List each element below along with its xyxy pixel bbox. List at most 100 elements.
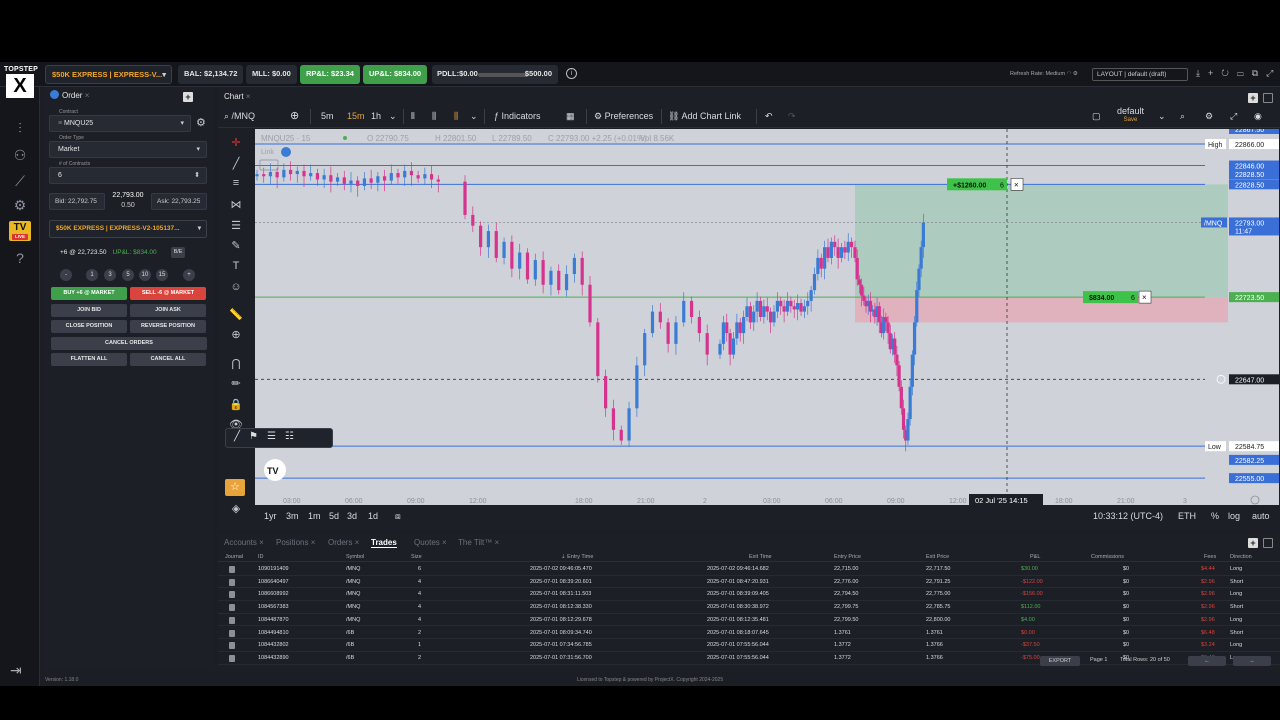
journal-icon[interactable]: [229, 629, 235, 639]
journal-icon[interactable]: [229, 578, 235, 588]
horizontal-lines-icon[interactable]: ≡: [227, 177, 245, 193]
col-size[interactable]: Size: [411, 554, 422, 560]
layout-selector[interactable]: LAYOUT | default (draft): [1092, 68, 1188, 81]
nav-help-icon[interactable]: ?: [9, 250, 31, 268]
close-icon[interactable]: ×: [85, 91, 90, 100]
tv-live-icon[interactable]: TV LIVE: [9, 221, 31, 241]
tab-tilt[interactable]: The Tilt™ ×: [458, 538, 499, 547]
journal-icon[interactable]: [229, 616, 235, 626]
close-icon[interactable]: ×: [246, 92, 251, 101]
clock-readout[interactable]: 10:33:12 (UTC-4): [1093, 511, 1163, 521]
fullscreen-icon[interactable]: ⤢: [1266, 68, 1280, 78]
range-tool-icon[interactable]: ☰: [267, 431, 285, 442]
journal-icon[interactable]: [229, 604, 235, 613]
add-icon[interactable]: +: [1208, 68, 1221, 78]
cancel-all-button[interactable]: CANCEL ALL: [130, 353, 206, 366]
order-type-select[interactable]: Market ▾: [49, 141, 207, 158]
preferences-button[interactable]: ⚙ Preferences: [594, 111, 653, 122]
chevron-down-icon[interactable]: ⌄: [389, 111, 397, 122]
fib-icon[interactable]: ☰: [227, 219, 245, 235]
undo-icon[interactable]: ↶: [765, 111, 773, 122]
chart-tab[interactable]: Chart ×: [224, 92, 250, 101]
tab-trades[interactable]: Trades: [371, 538, 397, 548]
export-button[interactable]: EXPORT: [1040, 656, 1080, 666]
ask-price[interactable]: Ask: 22,793.25: [151, 193, 207, 210]
magnet-icon[interactable]: ⋂: [227, 357, 245, 373]
sell-market-button[interactable]: SELL -6 @ MARKET: [130, 287, 206, 300]
chevron-down-icon[interactable]: ⌄: [470, 111, 478, 122]
compare-icon[interactable]: ⊕: [290, 109, 299, 122]
timeframe-5m[interactable]: 5m: [321, 111, 334, 121]
minimize-icon[interactable]: ▭: [1237, 68, 1252, 78]
brush-icon[interactable]: ✎: [227, 239, 245, 255]
close-position-button[interactable]: CLOSE POSITION: [51, 320, 127, 333]
settings-icon[interactable]: ⚙: [1205, 111, 1213, 122]
camera-icon[interactable]: ◉: [1254, 111, 1262, 122]
col-exit-time[interactable]: Exit Time: [749, 554, 772, 560]
qty-10-button[interactable]: 10: [139, 269, 151, 281]
redo-icon[interactable]: ↷: [788, 111, 796, 122]
candle-style-icon[interactable]: ⫼: [432, 111, 436, 122]
contracts-input[interactable]: 6 ⬍: [49, 167, 207, 184]
col-direction[interactable]: Direction: [1230, 554, 1252, 560]
pencil-lock-icon[interactable]: ✏: [227, 377, 245, 393]
col-commissions[interactable]: Commissions: [1091, 554, 1124, 560]
table-row[interactable]: 1084567383/MNQ 4 2025-07-01 08:12:38.330 20…: [218, 601, 1280, 614]
range-3m[interactable]: 3m: [286, 511, 299, 521]
maximize-icon[interactable]: [1263, 538, 1273, 548]
channel-tool-icon[interactable]: ☷: [285, 431, 303, 442]
save-icon[interactable]: ⤓: [1196, 68, 1208, 78]
add-tab-button[interactable]: +: [1248, 538, 1258, 548]
col-id[interactable]: ID: [258, 554, 264, 560]
trendline-icon[interactable]: ╱: [227, 157, 245, 173]
timeframe-15m[interactable]: 15m: [347, 111, 365, 121]
nav-people-icon[interactable]: ⚇: [9, 147, 31, 165]
flag-tool-icon[interactable]: ⚑: [249, 431, 267, 442]
timeframe-1h[interactable]: 1h: [371, 111, 381, 121]
maximize-icon[interactable]: [1263, 93, 1273, 103]
nav-settings-icon[interactable]: ⚙: [9, 197, 31, 215]
col-entry-time[interactable]: ⇣ Entry Time: [561, 554, 593, 560]
order-account-select[interactable]: $50K EXPRESS | EXPRESS-V2-105137... ▾: [49, 220, 207, 238]
add-chart-button[interactable]: +: [1248, 93, 1258, 103]
add-chart-link-button[interactable]: ⛓ Add Chart Link: [668, 111, 741, 122]
stepper-icon[interactable]: ⬍: [194, 171, 200, 179]
layout-grid-icon[interactable]: ▦: [566, 111, 575, 122]
restore-icon[interactable]: ⧉: [1252, 68, 1266, 78]
text-icon[interactable]: T: [227, 260, 245, 276]
bid-price[interactable]: Bid: 22,792.75: [49, 193, 105, 210]
reverse-position-button[interactable]: REVERSE POSITION: [130, 320, 206, 333]
buy-market-button[interactable]: BUY +6 @ MARKET: [51, 287, 127, 300]
lock-icon[interactable]: 🔒: [227, 398, 245, 414]
symbol-search[interactable]: ⌕ /MNQ: [224, 111, 255, 122]
ruler-icon[interactable]: 📏: [227, 308, 245, 324]
zoom-icon[interactable]: ⌕: [1180, 111, 1185, 122]
account-selector[interactable]: $50K EXPRESS | EXPRESS-V... ▾: [45, 65, 172, 84]
flatten-all-button[interactable]: FLATTEN ALL: [51, 353, 127, 366]
tab-positions[interactable]: Positions ×: [276, 538, 315, 547]
breakeven-button[interactable]: B/E: [171, 247, 185, 258]
qty-minus-button[interactable]: -: [60, 269, 72, 281]
cancel-orders-button[interactable]: CANCEL ORDERS: [51, 337, 207, 350]
bar-style-icon[interactable]: ⫴: [411, 111, 415, 122]
range-5d[interactable]: 5d: [329, 511, 339, 521]
col-entry-price[interactable]: Entry Price: [834, 554, 861, 560]
table-row[interactable]: 1084487870/MNQ 4 2025-07-01 08:12:29.678 20…: [218, 614, 1280, 627]
date-range-icon[interactable]: ⧈: [395, 511, 401, 522]
table-row[interactable]: 1086608992/MNQ 4 2025-07-01 08:31:11.503 20…: [218, 588, 1280, 602]
chart-plot[interactable]: MNQU25 · 15 O 22790.75 H 22801.50 L 22789.5…: [255, 129, 1279, 505]
nav-trading-icon[interactable]: ⫶: [9, 120, 31, 138]
qty-3-button[interactable]: 3: [104, 269, 116, 281]
percent-toggle[interactable]: %: [1211, 511, 1219, 521]
chart-canvas[interactable]: MNQU25 · 15 O 22790.75 H 22801.50 L 22789.5…: [255, 129, 1279, 505]
fullscreen-icon[interactable]: ⤢: [1230, 111, 1237, 122]
info-icon[interactable]: i: [566, 68, 577, 79]
range-1m[interactable]: 1m: [308, 511, 321, 521]
tab-quotes[interactable]: Quotes ×: [414, 538, 447, 547]
join-bid-button[interactable]: JOIN BID: [51, 304, 127, 317]
active-candle-icon[interactable]: ⫼: [454, 111, 458, 122]
order-settings-icon[interactable]: ⚙: [196, 116, 206, 129]
pattern-icon[interactable]: ⋈: [227, 198, 245, 214]
col-pnl[interactable]: P&L: [1030, 554, 1040, 560]
journal-icon[interactable]: [229, 566, 235, 575]
